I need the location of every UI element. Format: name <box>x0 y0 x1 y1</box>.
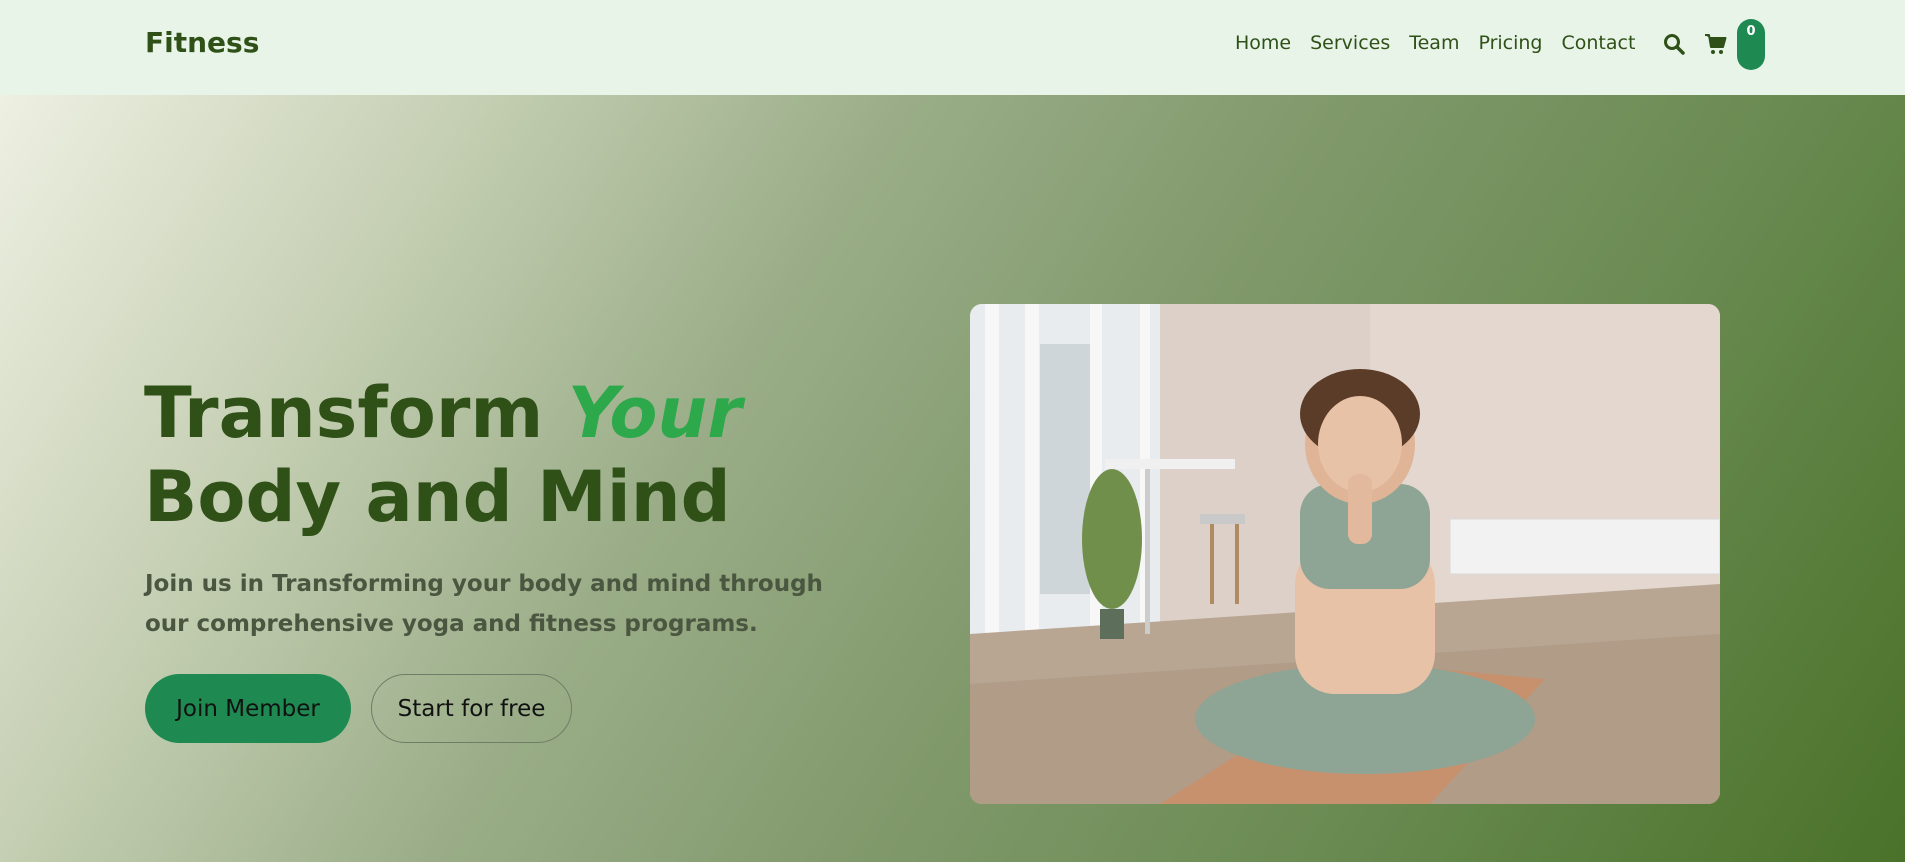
search-icon[interactable] <box>1662 32 1686 56</box>
nav-link-home[interactable]: Home <box>1235 32 1291 54</box>
hero-title-accent: Your <box>567 372 742 454</box>
join-member-button[interactable]: Join Member <box>145 674 351 743</box>
nav-link-services[interactable]: Services <box>1310 32 1390 54</box>
hero-title-line1: Transform <box>144 372 544 454</box>
hero-section: Transform Your Body and Mind Join us in … <box>0 95 1905 862</box>
nav-link-pricing[interactable]: Pricing <box>1478 32 1542 54</box>
navbar: Fitness Home Services Team Pricing Conta… <box>0 0 1905 95</box>
hero-subtitle: Join us in Transforming your body and mi… <box>145 571 823 637</box>
main-nav: Home Services Team Pricing Contact <box>1235 32 1654 54</box>
start-free-button[interactable]: Start for free <box>371 674 572 743</box>
brand-logo[interactable]: Fitness <box>145 26 259 59</box>
cart-count-badge[interactable]: 0 <box>1737 19 1765 70</box>
nav-link-contact[interactable]: Contact <box>1562 32 1636 54</box>
hero-title-line2: Body and Mind <box>144 456 731 538</box>
nav-link-team[interactable]: Team <box>1409 32 1459 54</box>
hero-image <box>970 304 1720 804</box>
shopping-cart-icon[interactable] <box>1704 32 1728 56</box>
hero-title: Transform Your Body and Mind <box>144 371 742 539</box>
